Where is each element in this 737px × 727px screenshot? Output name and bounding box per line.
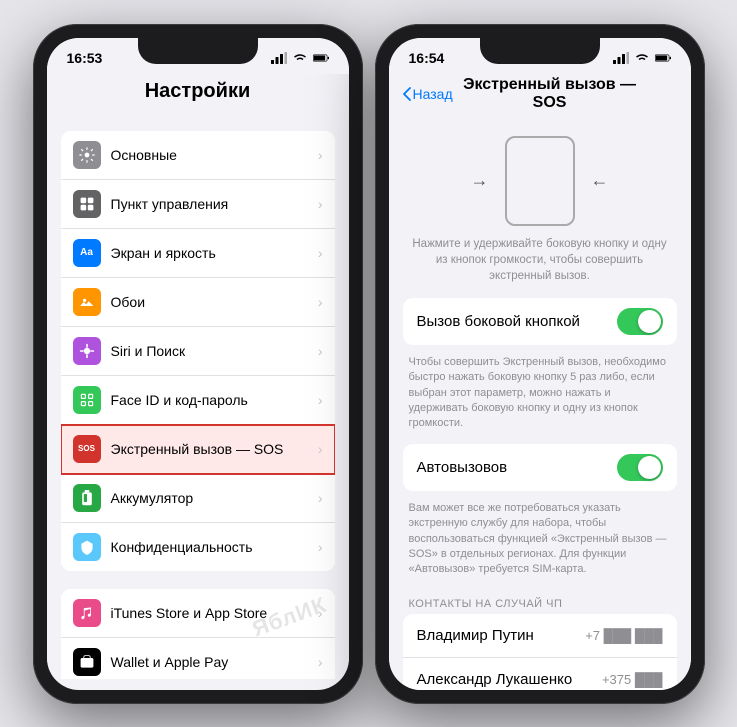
settings-item-siri[interactable]: Siri и Поиск ›	[61, 327, 335, 376]
contact2-name: Александр Лукашенко	[417, 671, 602, 688]
settings-item-battery[interactable]: Аккумулятор ›	[61, 474, 335, 523]
wifi-icon-2	[634, 52, 650, 64]
settings-item-privacy[interactable]: Конфиденциальность ›	[61, 523, 335, 571]
toggle-row-2[interactable]: Автовызовов	[403, 444, 677, 491]
settings-item-control[interactable]: Пункт управления ›	[61, 180, 335, 229]
toggle-row-1[interactable]: Вызов боковой кнопкой	[403, 298, 677, 345]
wallet-label: Wallet и Apple Pay	[111, 654, 314, 670]
toggle1-label: Вызов боковой кнопкой	[417, 313, 617, 330]
signal-icon-2	[613, 52, 629, 64]
phone-outline-diagram	[505, 136, 575, 226]
siri-chevron: ›	[318, 343, 323, 359]
itunes-icon	[73, 599, 101, 627]
toggle-group-2: Автовызовов	[403, 444, 677, 491]
screen-icon: Aa	[73, 239, 101, 267]
faceid-icon	[73, 386, 101, 414]
settings-item-sos[interactable]: SOS Экстренный вызов — SOS ›	[61, 425, 335, 474]
control-icon	[73, 190, 101, 218]
settings-item-wallet[interactable]: Wallet и Apple Pay ›	[61, 638, 335, 679]
status-time-1: 16:53	[67, 50, 103, 66]
contact2-phone: +375 ███	[602, 672, 663, 687]
settings-item-basic[interactable]: Основные ›	[61, 131, 335, 180]
toggle2-label: Автовызовов	[417, 459, 617, 476]
settings-item-faceid[interactable]: Face ID и код-пароль ›	[61, 376, 335, 425]
battery-label: Аккумулятор	[111, 490, 314, 506]
settings-group-1: Основные › Пункт управления › Aa	[61, 131, 335, 571]
faceid-label: Face ID и код-пароль	[111, 392, 314, 408]
itunes-chevron: ›	[318, 605, 323, 621]
basic-label: Основные	[111, 147, 314, 163]
battery-icon-2	[655, 52, 671, 64]
sos-icon: SOS	[73, 435, 101, 463]
itunes-label: iTunes Store и App Store	[111, 605, 314, 621]
battery-item-icon	[73, 484, 101, 512]
settings-list: Основные › Пункт управления › Aa	[47, 113, 349, 679]
battery-chevron: ›	[318, 490, 323, 506]
privacy-label: Конфиденциальность	[111, 539, 314, 555]
settings-item-screen[interactable]: Aa Экран и яркость ›	[61, 229, 335, 278]
sos-screen: Назад Экстренный вызов — SOS → ← Нажмите…	[389, 74, 691, 690]
back-chevron-icon	[403, 87, 411, 101]
contact1-name: Владимир Путин	[417, 627, 586, 644]
siri-icon	[73, 337, 101, 365]
contacts-section-header: КОНТАКТЫ НА СЛУЧАЙ ЧП	[389, 590, 691, 614]
phone-2: 16:54	[375, 24, 705, 704]
back-button[interactable]: Назад	[403, 86, 453, 102]
contact1-phone: +7 ███ ███	[585, 628, 662, 643]
privacy-icon	[73, 533, 101, 561]
toggle2-caption: Вам может все же потребоваться указать э…	[389, 495, 691, 590]
phone-1: 16:53	[33, 24, 363, 704]
control-chevron: ›	[318, 196, 323, 212]
toggle-2[interactable]	[617, 454, 663, 481]
status-icons-2	[613, 52, 671, 64]
contacts-group: Владимир Путин +7 ███ ███ Александр Лука…	[403, 614, 677, 690]
sos-nav: Назад Экстренный вызов — SOS	[389, 74, 691, 120]
toggle-group-1: Вызов боковой кнопкой	[403, 298, 677, 345]
notch-2	[480, 38, 600, 64]
toggle-2-knob	[638, 456, 661, 479]
faceid-chevron: ›	[318, 392, 323, 408]
status-time-2: 16:54	[409, 50, 445, 66]
basic-chevron: ›	[318, 147, 323, 163]
arrow-right-icon: →	[471, 170, 489, 191]
sos-label: Экстренный вызов — SOS	[111, 441, 314, 457]
contact-row-1[interactable]: Владимир Путин +7 ███ ███	[403, 614, 677, 658]
status-icons-1	[271, 52, 329, 64]
signal-icon	[271, 52, 287, 64]
settings-item-itunes[interactable]: iTunes Store и App Store ›	[61, 589, 335, 638]
wallpaper-chevron: ›	[318, 294, 323, 310]
battery-icon	[313, 52, 329, 64]
settings-item-wallpaper[interactable]: Обои ›	[61, 278, 335, 327]
toggle1-caption: Чтобы совершить Экстренный вызов, необхо…	[389, 349, 691, 444]
siri-label: Siri и Поиск	[111, 343, 314, 359]
screen-chevron: ›	[318, 245, 323, 261]
toggle-1[interactable]	[617, 308, 663, 335]
sos-chevron: ›	[318, 441, 323, 457]
arrow-left-icon: ←	[591, 170, 609, 191]
settings-title: Настройки	[47, 74, 349, 113]
screen-label: Экран и яркость	[111, 245, 314, 261]
back-label: Назад	[413, 86, 453, 102]
control-label: Пункт управления	[111, 196, 314, 212]
wallet-icon	[73, 648, 101, 676]
notch-1	[138, 38, 258, 64]
sos-screen-title: Экстренный вызов — SOS	[453, 76, 647, 112]
sos-illustration: → ←	[389, 120, 691, 236]
privacy-chevron: ›	[318, 539, 323, 555]
basic-icon	[73, 141, 101, 169]
settings-group-2: iTunes Store и App Store › Wallet и Appl…	[61, 589, 335, 679]
wallpaper-icon	[73, 288, 101, 316]
wallet-chevron: ›	[318, 654, 323, 670]
wallpaper-label: Обои	[111, 294, 314, 310]
contact-row-2[interactable]: Александр Лукашенко +375 ███	[403, 658, 677, 690]
toggle-1-knob	[638, 310, 661, 333]
wifi-icon	[292, 52, 308, 64]
sos-call-description: Нажмите и удерживайте боковую кнопку и о…	[389, 236, 691, 298]
